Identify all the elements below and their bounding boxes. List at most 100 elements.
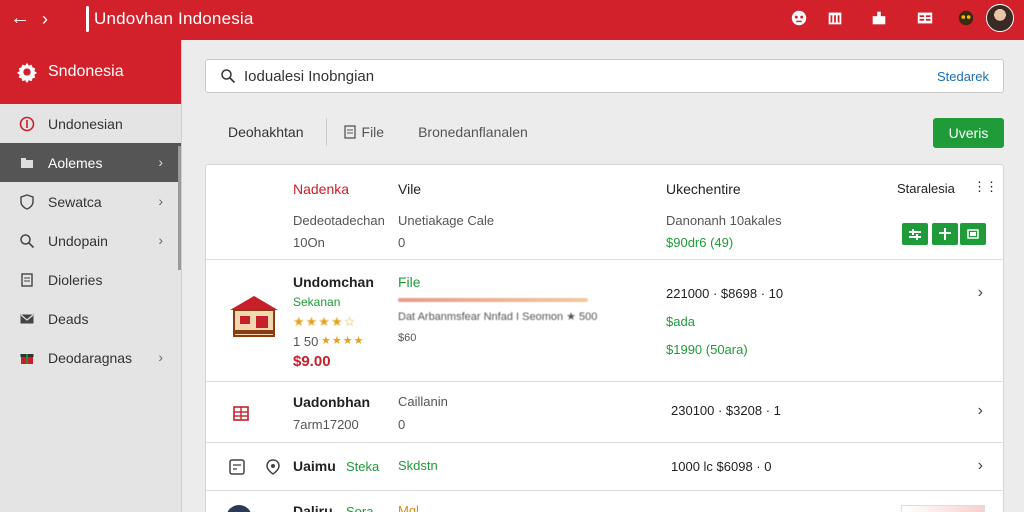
sidebar-item-label: Deads (48, 310, 89, 327)
search-input[interactable] (244, 67, 937, 85)
sidebar: Sndonesia Undonesian Aolemes › Sewatca ›… (0, 40, 182, 512)
sliders-icon (909, 229, 921, 240)
row-tag: Steka (346, 459, 380, 474)
status-bar (901, 505, 985, 512)
col3-line3: $1990 (50ara) (666, 342, 748, 357)
product-thumbnail-icon (230, 296, 278, 337)
row-tag: Sora (346, 504, 374, 512)
table-row[interactable]: Uaimu Steka Skdstn 1000 lc $6098 · 0 › (206, 443, 1003, 491)
gift-icon (18, 349, 36, 367)
more-icon[interactable]: ⋮⋮ (973, 179, 998, 195)
row-price: $9.00 (293, 353, 331, 370)
col3-line2: $ada (666, 314, 695, 329)
sidebar-item-aolemes[interactable]: Aolemes › (0, 143, 181, 182)
robot-icon[interactable] (789, 8, 809, 28)
sidebar-item-label: Sewatca (48, 193, 102, 210)
folder-icon (18, 154, 36, 172)
sidebar-header: Sndonesia (0, 40, 181, 104)
card-action-button[interactable] (960, 223, 986, 245)
avatar[interactable] (986, 4, 1014, 32)
calendar-icon[interactable] (825, 8, 845, 28)
chevron-right-icon[interactable]: › (978, 284, 983, 302)
sidebar-item-label: Dioleries (48, 271, 103, 288)
col1-value: 10Оn (293, 235, 325, 250)
card-icon (967, 229, 979, 239)
avatar (226, 505, 252, 512)
col2-title: File (398, 274, 421, 290)
row-subtitle: Sekanan (293, 295, 341, 309)
chevron-right-icon: › (158, 232, 163, 248)
rating-text: 1 50 (293, 334, 319, 349)
calculator-icon (229, 459, 245, 475)
col1-subtitle: Dedeotadechan (293, 213, 385, 228)
col3-line1: 221000 · $8698 · 10 (666, 286, 784, 301)
sidebar-item-undonesian[interactable]: Undonesian (0, 104, 181, 143)
forward-chevron-icon[interactable]: › (42, 9, 48, 29)
list-icon[interactable] (915, 8, 935, 28)
row-title: Daliru (293, 503, 333, 512)
table-row[interactable]: Uadonbhan 7arm17200 Caillanin 0 230100 ·… (206, 382, 1003, 443)
circle-icon (18, 115, 36, 133)
col3-line1: 1000 lc $6098 · 0 (671, 459, 772, 474)
col3-line1: 230100 · $3208 · 1 (671, 403, 781, 418)
pin-action-button[interactable] (932, 223, 958, 245)
table-header-row: Nadenka Dedeotadechan 10Оn Vile Unetiaka… (206, 165, 1003, 260)
pin-icon (939, 228, 951, 240)
col2-title: Vile (398, 181, 422, 197)
col2-title: Skdstn (398, 458, 438, 473)
location-pin-icon (266, 459, 280, 475)
sidebar-item-undopain[interactable]: Undopain › (0, 221, 181, 260)
search-bar: Stedarek (205, 59, 1004, 93)
col3-title: Ukechentire (666, 181, 741, 197)
progress-bar (398, 298, 588, 302)
sidebar-item-label: Undopain (48, 232, 108, 249)
app-title: Undovhan Indonesia (94, 9, 254, 28)
sidebar-item-label: Undonesian (48, 115, 123, 132)
table-row[interactable]: Undomchan Sekanan ★★★★☆ 1 50 ★★★★ $9.00 … (206, 260, 1003, 382)
col2-subtitle: Unetiakage Cale (398, 213, 495, 228)
chevron-right-icon: › (158, 349, 163, 365)
file-button[interactable]: File (343, 124, 385, 140)
sidebar-item-label: Deodaragnas (48, 349, 133, 366)
col3-value: $90dr6 (49) (666, 235, 734, 250)
chevron-right-icon: › (158, 193, 163, 209)
chevron-right-icon: › (158, 154, 163, 170)
toolbar-link[interactable]: Bronedanflanalen (418, 124, 528, 140)
chevron-right-icon[interactable]: › (978, 402, 983, 420)
sidebar-scrollbar[interactable] (178, 146, 181, 270)
gamepad-icon[interactable] (956, 8, 976, 28)
sidebar-item-sewatca[interactable]: Sewatca › (0, 182, 181, 221)
mail-icon (18, 310, 36, 328)
sidebar-item-label: Aolemes (48, 154, 103, 171)
row-subtitle: 7arm17200 (293, 417, 359, 432)
back-arrow-icon[interactable]: ← (10, 8, 30, 28)
search-icon (18, 232, 36, 250)
col2-sub: $60 (398, 332, 417, 344)
file-label: File (361, 124, 385, 140)
col2-line: Dat Arbanmsfear Nnfad I Seomon ★ 500 (398, 311, 598, 323)
row-title: Uadonbhan (293, 394, 370, 410)
results-table: Nadenka Dedeotadechan 10Оn Vile Unetiaka… (205, 164, 1004, 512)
row-title: Undomchan (293, 274, 374, 290)
brand-logo (86, 6, 89, 32)
toolbar-divider (325, 118, 327, 146)
top-bar: ← › Undovhan Indonesia (0, 0, 1024, 40)
col1-title: Nadenka (293, 181, 350, 197)
grid-action-button[interactable] (902, 223, 928, 245)
sidebar-item-deodaragnas[interactable]: Deodaragnas › (0, 338, 181, 377)
primary-action-button[interactable]: Uveris (933, 118, 1004, 148)
col2-title: Caillanin (398, 394, 448, 409)
search-icon (221, 69, 236, 84)
chevron-right-icon[interactable]: › (978, 457, 983, 475)
bag-icon[interactable] (869, 8, 889, 28)
table-row[interactable]: Daliru Sora Mgl (206, 491, 1003, 512)
toolbar: Deohakhtan File Bronedanflanalen (228, 118, 528, 146)
col3-subtitle: Danonanh 10akales (666, 213, 782, 228)
document-icon (18, 271, 36, 289)
rating-stars: ★★★★☆ (293, 314, 357, 329)
toolbar-title: Deohakhtan (228, 124, 304, 140)
sidebar-item-deads[interactable]: Deads (0, 299, 181, 338)
row-title: Uaimu (293, 458, 336, 474)
sidebar-item-dioleries[interactable]: Dioleries (0, 260, 181, 299)
search-button[interactable]: Stedarek (937, 69, 989, 84)
